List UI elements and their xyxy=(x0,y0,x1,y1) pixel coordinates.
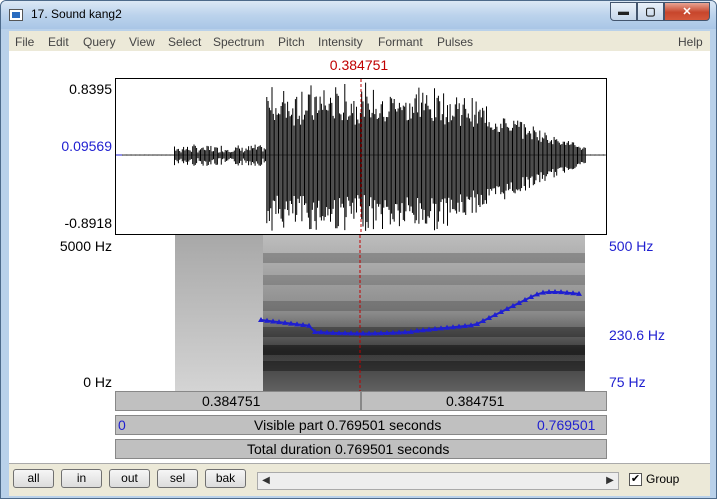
right-time-segment[interactable]: 0.384751 xyxy=(361,391,607,411)
wave-max-label: 0.8395 xyxy=(69,81,112,97)
title-bar[interactable]: 17. Sound kang2 ▬ ▢ ✕ xyxy=(1,1,716,29)
pitch-cursor-label: 230.6 Hz xyxy=(609,327,666,343)
zoom-selection-button[interactable]: sel xyxy=(157,469,198,488)
left-time-label: 0.384751 xyxy=(202,393,261,409)
right-time-label: 0.384751 xyxy=(446,393,505,409)
menu-formant[interactable]: Formant xyxy=(378,35,423,49)
praat-sound-window: 17. Sound kang2 ▬ ▢ ✕ File Edit Query Vi… xyxy=(0,0,717,499)
visible-part-label: Visible part 0.769501 seconds xyxy=(254,417,442,433)
window-title: 17. Sound kang2 xyxy=(31,7,122,21)
sound-editor-area[interactable]: 0.384751 0.8395 0.09569 -0.8918 5000 Hz … xyxy=(9,51,710,463)
waveform-panel[interactable] xyxy=(115,78,607,235)
wave-min-label: -0.8918 xyxy=(64,215,112,231)
zoom-out-button[interactable]: out xyxy=(109,469,150,488)
menu-help[interactable]: Help xyxy=(678,35,703,49)
maximize-icon: ▢ xyxy=(645,6,656,18)
menu-edit[interactable]: Edit xyxy=(48,35,69,49)
spec-top-freq-label: 5000 Hz xyxy=(59,238,112,254)
spectrogram-panel[interactable] xyxy=(115,235,607,391)
close-icon: ✕ xyxy=(682,6,692,18)
bottom-toolbar: all in out sel bak ◀ ▶ ✔ Group xyxy=(9,463,710,496)
minimize-icon: ▬ xyxy=(618,5,629,18)
menu-query[interactable]: Query xyxy=(83,35,116,49)
menu-file[interactable]: File xyxy=(15,35,34,49)
pitch-top-label: 500 Hz xyxy=(609,238,654,254)
zoom-back-button[interactable]: bak xyxy=(205,469,246,488)
window-icon xyxy=(9,9,23,21)
cursor-time-label: 0.384751 xyxy=(329,57,389,73)
menu-intensity[interactable]: Intensity xyxy=(318,35,363,49)
visible-part-bar[interactable]: 0 Visible part 0.769501 seconds 0.769501 xyxy=(115,415,607,435)
total-duration-bar[interactable]: Total duration 0.769501 seconds xyxy=(115,439,607,459)
menu-spectrum[interactable]: Spectrum xyxy=(213,35,264,49)
menu-pulses[interactable]: Pulses xyxy=(437,35,473,49)
window-client: File Edit Query View Select Spectrum Pit… xyxy=(9,31,710,496)
total-duration-label: Total duration 0.769501 seconds xyxy=(247,441,450,457)
spec-bottom-freq-label: 0 Hz xyxy=(83,374,112,390)
group-label: Group xyxy=(646,472,680,486)
maximize-button[interactable]: ▢ xyxy=(637,2,664,21)
zoom-all-button[interactable]: all xyxy=(13,469,54,488)
scroll-right-icon[interactable]: ▶ xyxy=(602,473,618,489)
horizontal-scrollbar[interactable]: ◀ ▶ xyxy=(257,472,619,490)
left-time-segment[interactable]: 0.384751 xyxy=(115,391,361,411)
minimize-button[interactable]: ▬ xyxy=(610,2,637,21)
window-controls: ▬ ▢ ✕ xyxy=(610,2,710,21)
menu-view[interactable]: View xyxy=(129,35,155,49)
menu-pitch[interactable]: Pitch xyxy=(278,35,305,49)
waveform-plot xyxy=(115,79,606,234)
visible-end-label: 0.769501 xyxy=(537,417,596,433)
group-check-icon[interactable]: ✔ xyxy=(629,473,642,487)
spectrogram-plot xyxy=(175,235,585,391)
menu-select[interactable]: Select xyxy=(168,35,201,49)
close-button[interactable]: ✕ xyxy=(664,2,710,21)
group-checkbox[interactable]: ✔ Group xyxy=(629,472,680,487)
wave-cursor-value-label: 0.09569 xyxy=(61,138,112,154)
pitch-bottom-label: 75 Hz xyxy=(609,374,646,390)
zoom-in-button[interactable]: in xyxy=(61,469,102,488)
visible-start-label: 0 xyxy=(118,417,126,433)
scroll-left-icon[interactable]: ◀ xyxy=(258,473,274,489)
menu-bar: File Edit Query View Select Spectrum Pit… xyxy=(9,31,710,51)
